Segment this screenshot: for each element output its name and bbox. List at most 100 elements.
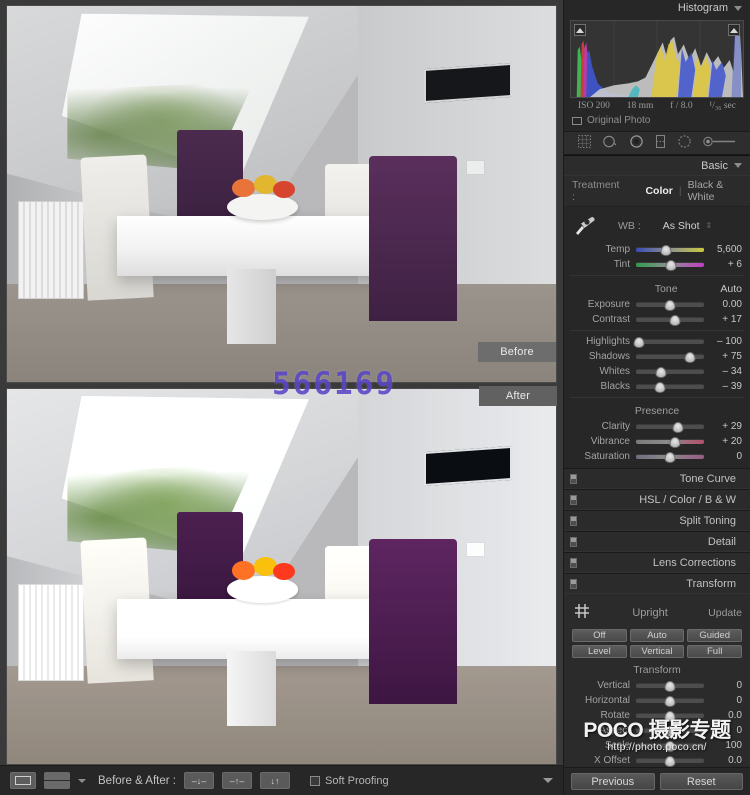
section-detail[interactable]: Detail [564,531,750,552]
slider-row-contrast[interactable]: Contrast + 17 [564,312,750,327]
before-photo-pane[interactable]: Before [6,5,557,383]
slider-row-x-offset[interactable]: X Offset 0.0 [564,753,750,768]
slider-row-clarity[interactable]: Clarity + 29 [564,419,750,434]
slider-knob-rotate[interactable] [664,711,676,722]
before-after-top-bottom-button[interactable]: –↑– [221,772,252,789]
slider-row-tint[interactable]: Tint + 6 [564,257,750,272]
slider-track-highlights[interactable] [633,337,704,348]
before-after-left-right-button[interactable]: –↓– [183,772,214,789]
before-after-split-icon[interactable] [44,772,70,789]
slider-row-whites[interactable]: Whites – 34 [564,364,750,379]
upright-vertical-button[interactable]: Vertical [629,645,685,658]
slider-track-horizontal[interactable] [636,696,704,707]
slider-row-aspect[interactable]: Aspect 0 [564,723,750,738]
upright-grid-icon[interactable] [572,601,592,624]
slider-row-scale[interactable]: Scale 100 [564,738,750,753]
slider-track-x-offset[interactable] [636,756,704,767]
slider-track-temp[interactable] [636,245,704,256]
original-photo-row[interactable]: Original Photo [564,111,750,131]
slider-row-horizontal[interactable]: Horizontal 0 [564,693,750,708]
slider-row-vertical[interactable]: Vertical 0 [564,678,750,693]
slider-knob-clarity[interactable] [672,422,684,433]
previous-button[interactable]: Previous [571,773,655,790]
after-photo-pane[interactable] [6,387,557,765]
switch-icon[interactable] [570,494,577,505]
slider-track-rotate[interactable] [636,711,704,722]
section-lens-corrections[interactable]: Lens Corrections [564,552,750,573]
before-after-split-button[interactable]: ↓↑ [259,772,290,789]
slider-knob-vertical[interactable] [664,681,676,692]
slider-knob-scale[interactable] [664,741,676,752]
histogram-chart[interactable] [570,20,744,98]
adjustment-brush-tool-icon[interactable] [703,134,737,152]
section-transform-header[interactable]: Transform [564,573,750,594]
slider-knob-tint[interactable] [665,260,677,271]
treatment-color-option[interactable]: Color [645,185,672,197]
switch-icon[interactable] [570,536,577,547]
slider-knob-highlights[interactable] [633,337,645,348]
switch-icon[interactable] [570,515,577,526]
switch-icon[interactable] [570,473,577,484]
slider-row-rotate[interactable]: Rotate 0.0 [564,708,750,723]
treatment-black-and-white-option[interactable]: Black & White [688,179,742,203]
slider-row-highlights[interactable]: Highlights – 100 [564,334,750,349]
section-hsl-color-bw[interactable]: HSL / Color / B & W [564,489,750,510]
slider-track-whites[interactable] [636,367,704,378]
slider-track-exposure[interactable] [636,300,704,311]
chevron-updown-icon[interactable]: ⇳ [706,221,713,230]
slider-track-tint[interactable] [636,260,704,271]
slider-knob-saturation[interactable] [664,452,676,463]
reset-button[interactable]: Reset [659,773,743,790]
slider-row-vibrance[interactable]: Vibrance + 20 [564,434,750,449]
slider-knob-x-offset[interactable] [664,756,676,767]
slider-knob-vibrance[interactable] [669,437,681,448]
chevron-down-icon[interactable] [734,163,742,168]
slider-row-saturation[interactable]: Saturation 0 [564,449,750,464]
slider-track-blacks[interactable] [636,382,704,393]
red-eye-correction-tool-icon[interactable] [629,134,644,152]
slider-knob-aspect[interactable] [664,726,676,737]
upright-off-button[interactable]: Off [572,629,627,642]
slider-knob-exposure[interactable] [664,300,676,311]
chevron-down-icon[interactable] [734,5,742,11]
upright-guided-button[interactable]: Guided [687,629,742,642]
toolbar-collapse-chevron-down-icon[interactable] [543,778,553,783]
slider-knob-blacks[interactable] [654,382,666,393]
soft-proofing-checkbox[interactable] [309,775,320,786]
slider-track-vertical[interactable] [636,681,704,692]
eyedropper-icon[interactable] [572,211,598,240]
chevron-down-icon[interactable] [78,778,86,783]
slider-knob-whites[interactable] [655,367,667,378]
slider-track-shadows[interactable] [636,352,704,363]
spot-removal-tool-icon[interactable] [602,134,618,152]
upright-level-button[interactable]: Level [572,645,627,658]
upright-full-button[interactable]: Full [687,645,742,658]
slider-track-aspect[interactable] [636,726,704,737]
slider-knob-horizontal[interactable] [664,696,676,707]
tone-auto-button[interactable]: Auto [720,283,742,295]
upright-update-button[interactable]: Update [708,607,742,619]
graduated-filter-tool-icon[interactable] [654,134,667,152]
slider-knob-shadows[interactable] [684,352,696,363]
histogram-header[interactable]: Histogram [564,0,750,16]
crop-overlay-tool-icon[interactable] [577,134,592,152]
slider-knob-temp[interactable] [660,245,672,256]
loupe-view-icon[interactable] [10,772,36,789]
slider-track-saturation[interactable] [636,452,704,463]
highlight-clipping-triangle[interactable] [728,24,740,36]
shadow-clipping-triangle[interactable] [574,24,586,36]
basic-panel-header[interactable]: Basic [564,155,750,176]
slider-track-vibrance[interactable] [636,437,704,448]
section-tone-curve[interactable]: Tone Curve [564,468,750,489]
slider-row-blacks[interactable]: Blacks – 39 [564,379,750,394]
wb-value[interactable]: As Shot [663,220,700,232]
slider-track-clarity[interactable] [636,422,704,433]
slider-track-scale[interactable] [636,741,704,752]
slider-row-exposure[interactable]: Exposure 0.00 [564,297,750,312]
radial-filter-tool-icon[interactable] [677,134,692,152]
slider-row-temp[interactable]: Temp 5,600 [564,242,750,257]
section-split-toning[interactable]: Split Toning [564,510,750,531]
slider-track-contrast[interactable] [636,315,704,326]
upright-auto-button[interactable]: Auto [629,629,685,642]
switch-icon[interactable] [570,578,577,589]
